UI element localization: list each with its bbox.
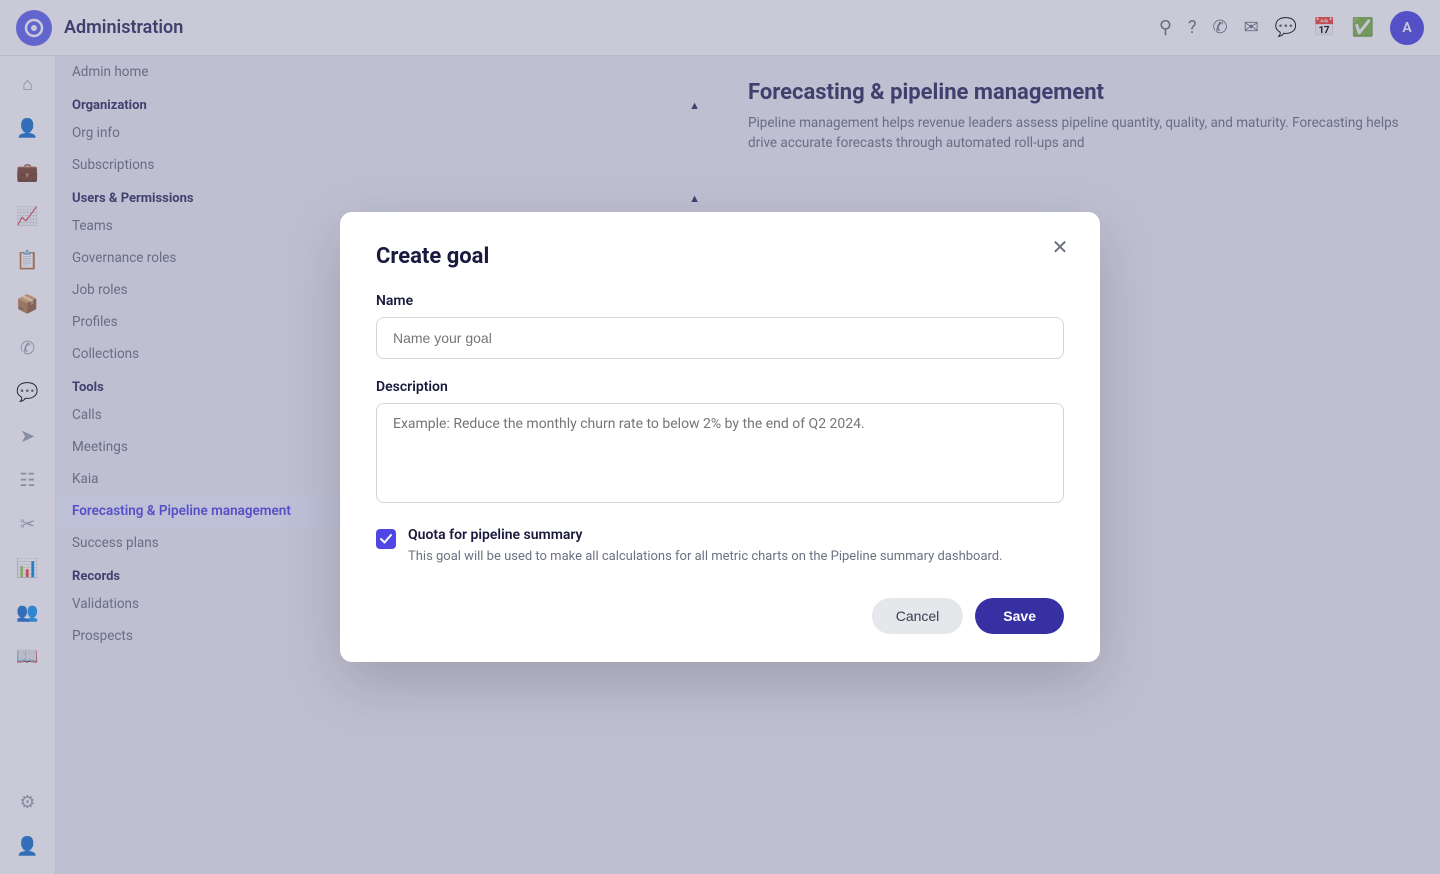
save-button[interactable]: Save [975, 598, 1064, 634]
checkbox-label: Quota for pipeline summary [408, 527, 1003, 543]
checkbox-description: This goal will be used to make all calcu… [408, 547, 1003, 567]
name-input[interactable] [376, 317, 1064, 359]
name-label: Name [376, 293, 1064, 309]
modal-footer: Cancel Save [376, 598, 1064, 634]
modal-title: Create goal [376, 244, 1064, 269]
description-textarea[interactable] [376, 403, 1064, 503]
modal-overlay[interactable]: Create goal ✕ Name Description Quota for… [0, 0, 1440, 874]
modal-close-button[interactable]: ✕ [1044, 232, 1076, 264]
description-label: Description [376, 379, 1064, 395]
checkbox-label-group: Quota for pipeline summary This goal wil… [408, 527, 1003, 567]
description-field-group: Description [376, 379, 1064, 507]
create-goal-modal: Create goal ✕ Name Description Quota for… [340, 212, 1100, 663]
quota-checkbox[interactable] [376, 529, 396, 549]
name-field-group: Name [376, 293, 1064, 359]
cancel-button[interactable]: Cancel [872, 598, 964, 634]
checkbox-row: Quota for pipeline summary This goal wil… [376, 527, 1064, 567]
